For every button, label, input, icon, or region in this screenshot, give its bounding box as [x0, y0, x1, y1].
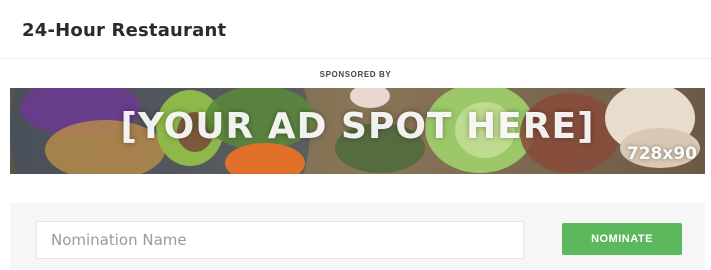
ad-headline: [YOUR AD SPOT HERE]	[120, 106, 595, 147]
title-divider	[0, 58, 711, 59]
sponsored-by-label: SPONSORED BY	[319, 70, 392, 79]
nominate-button[interactable]: NOMINATE	[562, 223, 682, 255]
ad-banner[interactable]: [YOUR AD SPOT HERE] 728x90	[10, 88, 705, 174]
nomination-widget: 24-Hour Restaurant SPONSORED BY [YOUR AD…	[0, 0, 711, 270]
ad-size-label: 728x90	[626, 144, 697, 164]
nomination-name-input[interactable]	[36, 221, 524, 259]
widget-title: 24-Hour Restaurant	[22, 20, 227, 41]
nomination-form: NOMINATE	[10, 203, 705, 269]
